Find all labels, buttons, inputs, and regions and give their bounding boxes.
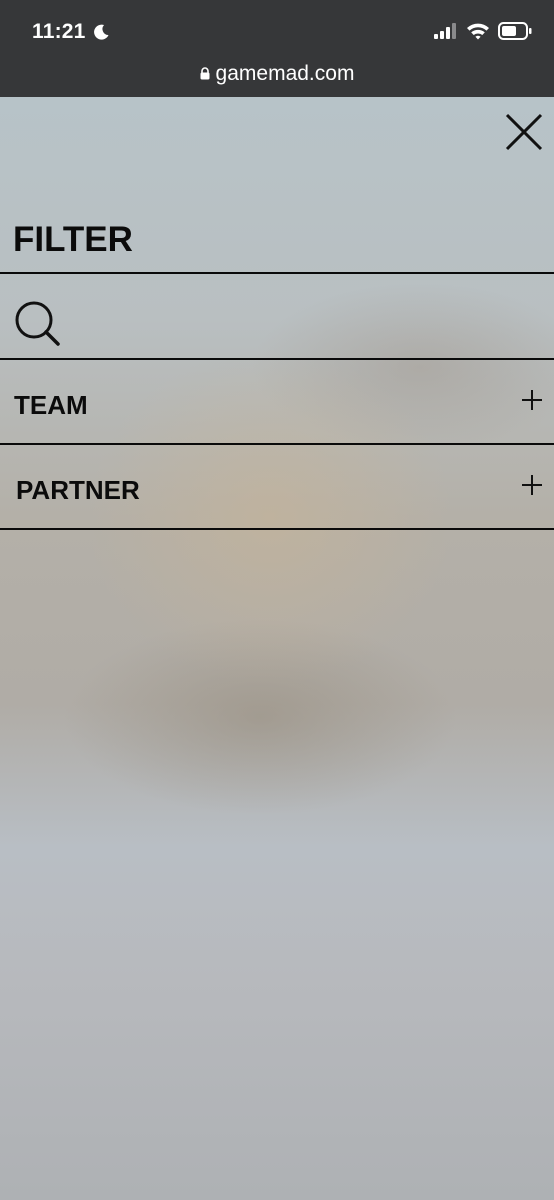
filter-section-label: PARTNER — [16, 475, 140, 505]
search-input[interactable] — [72, 294, 536, 340]
plus-icon[interactable] — [522, 390, 542, 410]
blurred-background — [0, 97, 554, 1200]
status-time: 11:21 — [32, 20, 86, 43]
close-icon — [505, 113, 543, 151]
filter-section-team[interactable]: TEAM — [0, 358, 554, 442]
plus-icon[interactable] — [522, 475, 542, 495]
battery-icon — [498, 22, 532, 45]
url-text: gamemad.com — [215, 62, 355, 85]
browser-status-bar: 11:21 gamemad.com — [0, 0, 554, 97]
status-time-group: 11:21 — [32, 20, 110, 44]
signal-icon — [434, 23, 458, 44]
filter-title: FILTER — [13, 220, 133, 259]
filter-section-label: TEAM — [14, 390, 88, 420]
search-icon[interactable] — [14, 300, 62, 353]
moon-icon — [92, 23, 110, 41]
search-row — [0, 272, 554, 356]
lock-icon — [200, 62, 210, 86]
address-bar[interactable]: gamemad.com — [0, 62, 554, 86]
close-button[interactable] — [504, 112, 544, 152]
wifi-icon — [466, 22, 490, 45]
status-icons — [434, 22, 532, 45]
filter-section-partner[interactable]: PARTNER — [0, 443, 554, 530]
